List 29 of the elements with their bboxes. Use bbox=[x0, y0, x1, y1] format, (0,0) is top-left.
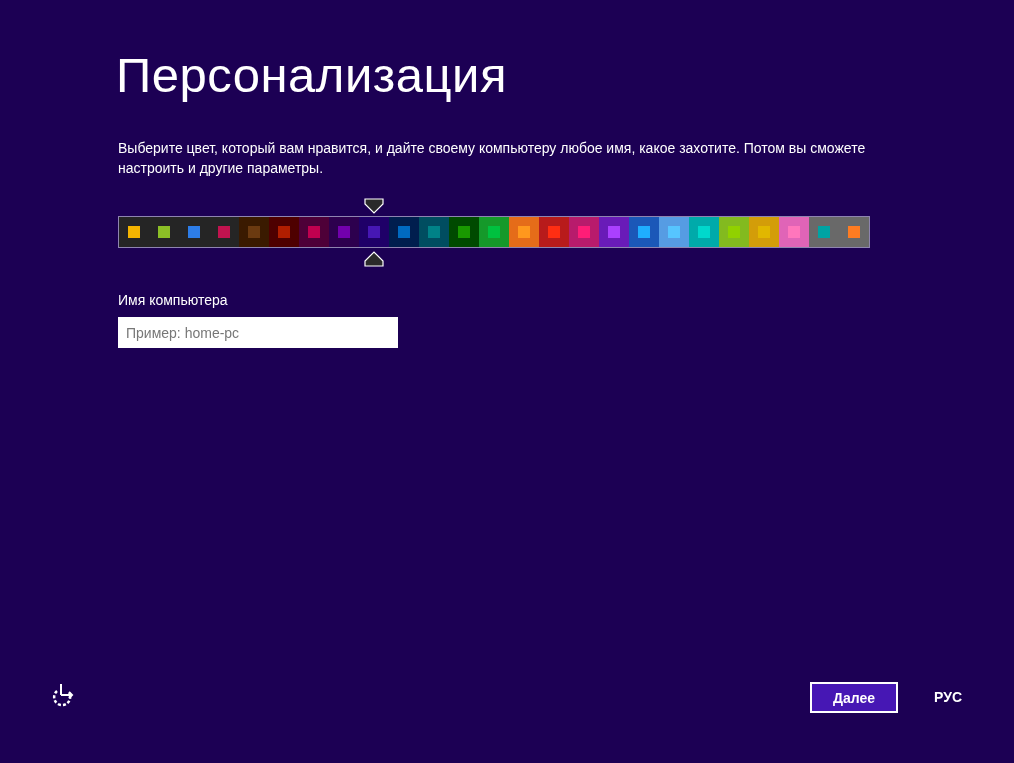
color-swatch[interactable] bbox=[299, 217, 329, 247]
color-swatch[interactable] bbox=[329, 217, 359, 247]
color-swatch[interactable] bbox=[599, 217, 629, 247]
color-swatch[interactable] bbox=[629, 217, 659, 247]
color-swatch[interactable] bbox=[209, 217, 239, 247]
color-swatch[interactable] bbox=[239, 217, 269, 247]
color-swatch[interactable] bbox=[839, 217, 869, 247]
color-swatch[interactable] bbox=[119, 217, 149, 247]
language-indicator[interactable]: РУС bbox=[934, 689, 962, 705]
color-swatch[interactable] bbox=[449, 217, 479, 247]
color-swatch[interactable] bbox=[509, 217, 539, 247]
field-label: Имя компьютера bbox=[118, 292, 229, 308]
color-swatch[interactable] bbox=[569, 217, 599, 247]
color-swatch[interactable] bbox=[689, 217, 719, 247]
color-swatch[interactable] bbox=[419, 217, 449, 247]
color-swatch[interactable] bbox=[389, 217, 419, 247]
color-swatch[interactable] bbox=[809, 217, 839, 247]
accessibility-icon[interactable] bbox=[50, 683, 76, 707]
color-swatch[interactable] bbox=[479, 217, 509, 247]
color-swatch[interactable] bbox=[539, 217, 569, 247]
computer-name-field[interactable]: Пример: home-pc bbox=[118, 317, 398, 348]
color-swatch[interactable] bbox=[659, 217, 689, 247]
description-text: Выберите цвет, который вам нравится, и дайте своему компьютеру любое имя, какое захотите. Потом вы сможете настроить и другие параметры. bbox=[118, 139, 867, 178]
page-title: Персонализация bbox=[116, 47, 508, 104]
color-swatch[interactable] bbox=[269, 217, 299, 247]
color-swatch[interactable] bbox=[779, 217, 809, 247]
next-button[interactable]: Далее bbox=[810, 682, 898, 713]
color-swatch[interactable] bbox=[749, 217, 779, 247]
color-swatch[interactable] bbox=[719, 217, 749, 247]
